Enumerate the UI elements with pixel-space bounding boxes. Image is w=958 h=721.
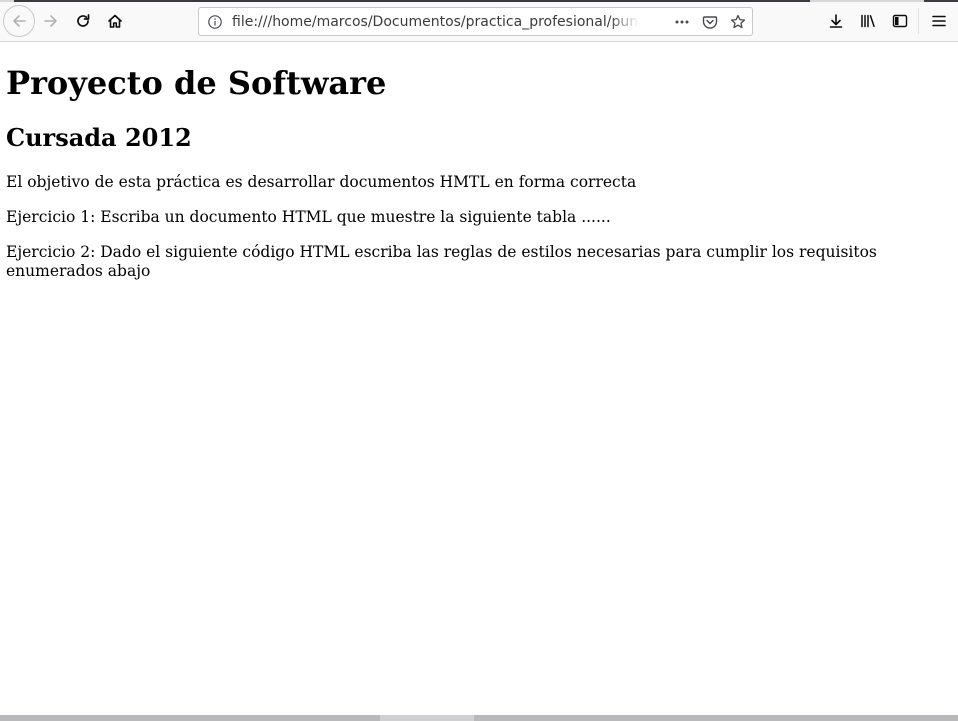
browser-toolbar: file:///home/marcos/Documentos/practica_… — [0, 0, 958, 42]
more-horizontal-icon[interactable] — [673, 13, 691, 31]
arrow-left-icon — [13, 15, 26, 27]
paragraph-exercise-2: Ejercicio 2: Dado el siguiente código HT… — [6, 243, 877, 280]
url-text[interactable]: file:///home/marcos/Documentos/practica_… — [232, 13, 637, 31]
arrow-right-icon — [44, 15, 57, 27]
reload-button[interactable] — [69, 7, 97, 35]
page-content: Proyecto de Software Cursada 2012 El obj… — [0, 43, 958, 715]
home-button[interactable] — [101, 7, 129, 35]
paragraph-objective: El objetivo de esta práctica es desarrol… — [6, 173, 637, 191]
library-icon — [861, 14, 875, 28]
sidebar-icon — [892, 14, 908, 28]
address-bar[interactable]: file:///home/marcos/Documentos/practica_… — [198, 7, 753, 36]
page-title: Proyecto de Software — [6, 64, 387, 102]
star-icon[interactable] — [729, 13, 747, 31]
home-icon — [108, 14, 122, 28]
library-button[interactable] — [854, 7, 882, 35]
scrollbar-thumb[interactable] — [380, 715, 474, 721]
forward-button[interactable] — [37, 7, 65, 35]
downloads-button[interactable] — [822, 7, 850, 35]
toolbar-separator — [918, 8, 919, 34]
page-subtitle: Cursada 2012 — [6, 123, 192, 152]
pocket-icon[interactable] — [701, 13, 719, 31]
tab-strip-edge — [0, 0, 958, 2]
sidebar-button[interactable] — [886, 7, 914, 35]
paragraph-exercise-1: Ejercicio 1: Escriba un documento HTML q… — [6, 208, 611, 226]
menu-button[interactable] — [925, 7, 953, 35]
download-icon — [829, 14, 843, 28]
reload-icon — [77, 14, 90, 27]
back-button[interactable] — [3, 5, 35, 37]
info-icon[interactable] — [207, 14, 223, 30]
bottom-scrollbar[interactable] — [0, 715, 958, 721]
hamburger-menu-icon — [932, 15, 946, 27]
